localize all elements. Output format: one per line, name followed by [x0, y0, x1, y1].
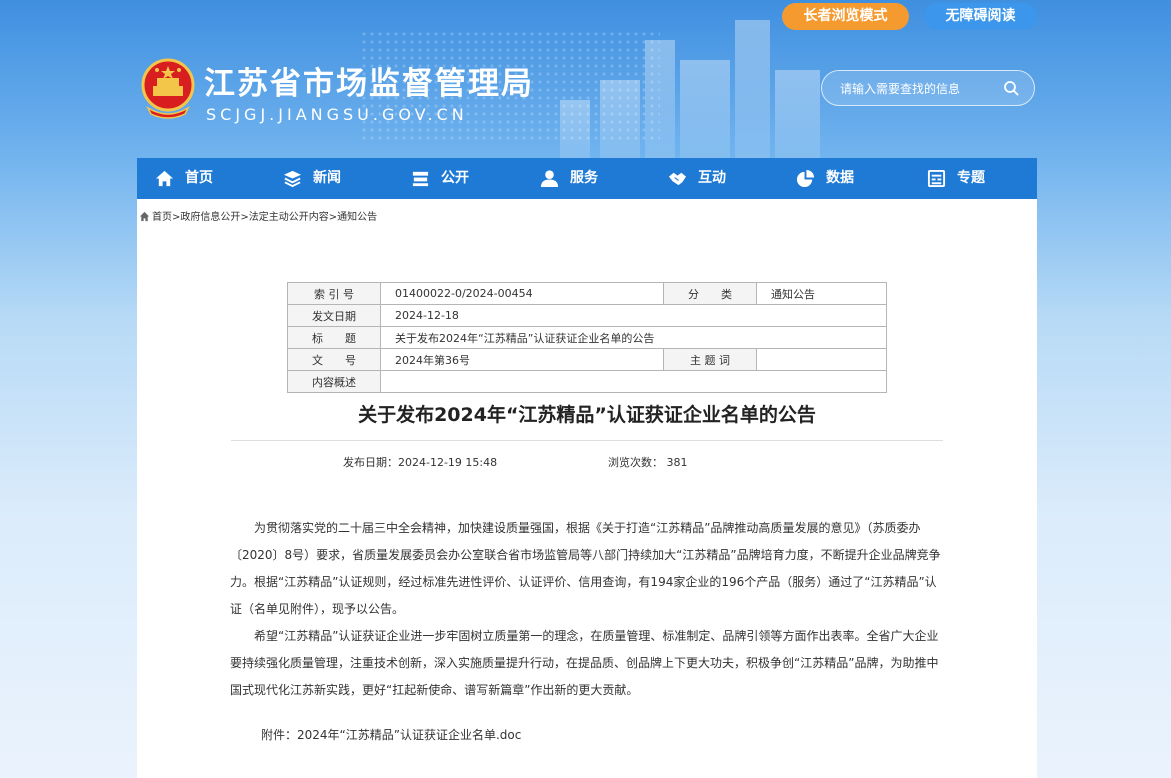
- meta-title-label: 标 题: [287, 326, 381, 349]
- home-icon: [139, 211, 150, 222]
- stack-icon: [412, 171, 429, 187]
- search-input[interactable]: [838, 79, 1002, 99]
- banner-building: [735, 20, 770, 160]
- article-paragraph: 为贯彻落实党的二十届三中全会精神，加快建设质量强国，根据《关于打造“江苏精品”品…: [230, 521, 941, 616]
- meta-summary-label: 内容概述: [287, 370, 381, 393]
- banner-building: [560, 100, 590, 160]
- handshake-icon: [668, 172, 687, 186]
- breadcrumb: 首页>政府信息公开>法定主动公开内容>通知公告: [139, 208, 377, 223]
- breadcrumb-notices[interactable]: 通知公告: [337, 212, 377, 223]
- meta-docno-value: 2024年第36号: [380, 348, 664, 371]
- article-title: 关于发布2024年“江苏精品”认证获证企业名单的公告: [358, 404, 816, 426]
- meta-subject-value: [756, 348, 887, 371]
- nav-label: 数据: [826, 170, 854, 186]
- pie-icon: [796, 169, 815, 188]
- banner-building: [645, 40, 675, 160]
- meta-docno-label: 文 号: [287, 348, 381, 371]
- publish-date: 发布日期：2024-12-19 15:48: [343, 456, 498, 469]
- nav-label: 服务: [570, 170, 598, 186]
- meta-title-value: 关于发布2024年“江苏精品”认证获证企业名单的公告: [380, 326, 887, 349]
- nav-label: 公开: [441, 170, 469, 186]
- breadcrumb-statutory[interactable]: 法定主动公开内容: [249, 212, 329, 223]
- content-panel: 首页>政府信息公开>法定主动公开内容>通知公告 索 引 号 01400022-0…: [137, 199, 1037, 778]
- meta-date-label: 发文日期: [287, 304, 381, 327]
- document-meta-table: 索 引 号 01400022-0/2024-00454 分 类 通知公告 发文日…: [287, 282, 887, 393]
- accessibility-reading-button[interactable]: 无障碍阅读: [924, 3, 1037, 30]
- site-url: SCJGJ.JIANGSU.GOV.CN: [206, 105, 468, 124]
- banner-building: [680, 60, 730, 160]
- search-box: [821, 70, 1035, 106]
- banner-building: [600, 80, 640, 160]
- user-icon: [540, 170, 559, 188]
- meta-index-value: 01400022-0/2024-00454: [380, 282, 664, 305]
- nav-label: 专题: [957, 170, 985, 186]
- view-count: 浏览次数： 381: [608, 456, 688, 469]
- search-icon[interactable]: [1003, 80, 1019, 96]
- meta-subject-label: 主 题 词: [663, 348, 757, 371]
- attachment-link[interactable]: 附件：2024年“江苏精品”认证获证企业名单.doc: [261, 726, 521, 743]
- title-divider: [231, 440, 943, 441]
- meta-summary-value: [380, 370, 887, 393]
- site-title: 江苏省市场监督管理局: [204, 66, 534, 102]
- national-emblem-logo: [141, 58, 195, 119]
- breadcrumb-gov-info[interactable]: 政府信息公开: [180, 212, 240, 223]
- layers-icon: [283, 170, 302, 188]
- nav-label: 互动: [698, 170, 726, 186]
- breadcrumb-home[interactable]: 首页: [152, 212, 172, 223]
- nav-label: 首页: [185, 170, 213, 186]
- elder-mode-button[interactable]: 长者浏览模式: [782, 3, 909, 30]
- nav-label: 新闻: [313, 170, 341, 186]
- meta-index-label: 索 引 号: [287, 282, 381, 305]
- main-nav: 首页 新闻 公开 服务 互动 数据 专题: [137, 158, 1037, 199]
- article-paragraph: 希望“江苏精品”认证获证企业进一步牢固树立质量第一的理念，在质量管理、标准制定、…: [230, 629, 939, 697]
- calendar-icon: [927, 169, 946, 188]
- meta-category-label: 分 类: [663, 282, 757, 305]
- meta-date-value: 2024-12-18: [380, 304, 887, 327]
- home-icon: [155, 170, 174, 187]
- article-body: 为贯彻落实党的二十届三中全会精神，加快建设质量强国，根据《关于打造“江苏精品”品…: [230, 515, 942, 704]
- meta-category-value: 通知公告: [756, 282, 887, 305]
- banner-building: [775, 70, 820, 160]
